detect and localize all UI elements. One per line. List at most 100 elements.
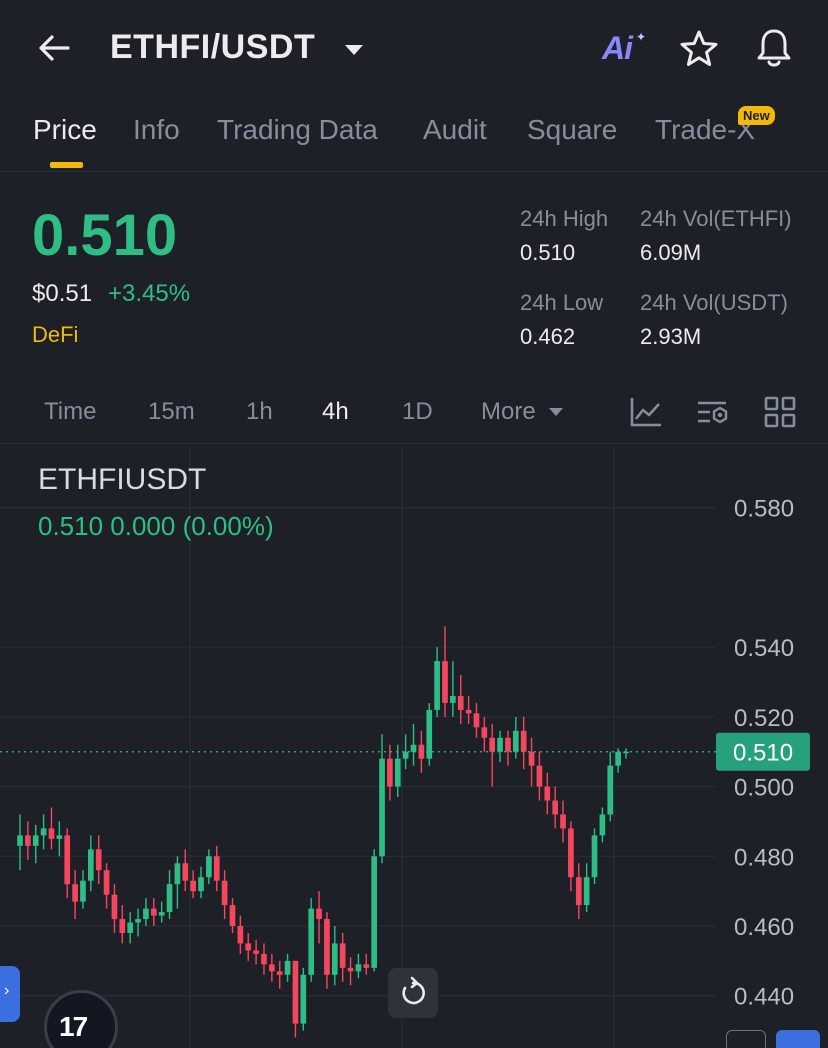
candle-body [150, 908, 157, 916]
chart-symbol: ETHFIUSDT [38, 463, 207, 496]
candle-body [450, 695, 456, 703]
candle-body [25, 835, 31, 846]
candle-body [520, 730, 527, 752]
y-tick-label: 0.480 [734, 844, 794, 871]
active-tab-indicator [50, 162, 83, 168]
top-bar: ETHFI/USDT Ai ✦ [0, 0, 828, 100]
high-value: 0.510 [520, 240, 576, 265]
candle-body [237, 926, 244, 944]
ai-sparkle-icon: ✦ [636, 30, 647, 44]
candle-body [607, 765, 614, 815]
candle-body [17, 835, 23, 846]
dropdown-caret-icon[interactable] [342, 38, 366, 62]
interval-time[interactable]: Time [44, 398, 96, 426]
candle-body [80, 880, 86, 902]
indicator-chart-icon[interactable] [628, 394, 664, 430]
candle-body [371, 856, 377, 968]
candle-body [276, 971, 283, 975]
candle-body [528, 751, 535, 766]
y-tick-label: 0.520 [734, 705, 794, 732]
candlestick-chart[interactable]: 0.580 0.540 0.520 0.500 0.480 0.460 0.440 0.510… [0, 445, 828, 1048]
candle-body [190, 880, 196, 892]
candle-body [465, 709, 472, 714]
candle-body [591, 835, 598, 878]
candle-body [387, 758, 393, 787]
ai-icon[interactable]: Ai [602, 30, 633, 67]
vol-quote-label: 24h Vol(USDT) [640, 290, 788, 315]
candle-body [379, 758, 385, 857]
candle-body [402, 751, 409, 759]
candle-body [552, 800, 559, 815]
candle-body [568, 828, 574, 878]
interval-1d[interactable]: 1D [402, 398, 433, 426]
rotate-icon [402, 976, 425, 1005]
candle-body [599, 814, 606, 836]
candle-body [544, 786, 551, 801]
category-tag[interactable]: DeFi [32, 322, 78, 348]
candle-body [103, 870, 110, 895]
candle-body [206, 856, 212, 878]
candle-body [583, 877, 590, 906]
pair-title[interactable]: ETHFI/USDT [110, 28, 315, 67]
candle-body [72, 884, 78, 902]
candle-body [308, 908, 315, 975]
drawing-tools-toggle[interactable]: › [0, 966, 20, 1022]
candle-body [213, 856, 220, 881]
tab-trading-data[interactable]: Trading Data [217, 114, 378, 146]
tab-audit[interactable]: Audit [423, 114, 487, 146]
candle-body [64, 835, 71, 885]
candle-body [489, 737, 496, 752]
low-label: 24h Low [520, 290, 604, 315]
candle-body [394, 758, 401, 787]
candle-body [198, 877, 204, 892]
y-tick-label: 0.500 [734, 775, 794, 802]
grid-layout-icon[interactable] [762, 394, 798, 430]
candle-body [497, 737, 503, 752]
reset-chart-button[interactable] [388, 968, 438, 1018]
interval-more[interactable]: More [481, 398, 536, 426]
candle-body [48, 828, 55, 839]
star-icon[interactable] [678, 28, 720, 70]
chart-settings-icon[interactable] [694, 394, 730, 430]
more-caret-icon[interactable] [546, 402, 566, 422]
candle-body [410, 744, 417, 752]
interval-1h[interactable]: 1h [246, 398, 273, 426]
candle-body [87, 849, 94, 881]
candle-body [119, 919, 126, 933]
candle-body [32, 835, 39, 846]
tab-square[interactable]: Square [527, 114, 617, 146]
candle-body [253, 950, 259, 954]
candle-body [292, 960, 299, 1024]
candle-body [143, 908, 149, 920]
back-arrow-icon[interactable] [34, 28, 74, 68]
candle-body [355, 964, 362, 972]
interval-4h[interactable]: 4h [322, 398, 349, 426]
candle-body [95, 849, 102, 871]
candle-body [174, 863, 181, 885]
y-tick-label: 0.580 [734, 496, 794, 523]
chart-ohlc-line: 0.510 0.000 (0.00%) [38, 511, 274, 541]
high-label: 24h High [520, 206, 609, 231]
interval-bar: Time 15m 1h 4h 1D More [0, 380, 828, 444]
tab-info[interactable]: Info [133, 114, 180, 146]
candle-body [166, 884, 173, 913]
vol-base-label: 24h Vol(ETHFI) [640, 206, 792, 231]
tab-price[interactable]: Price [33, 114, 97, 146]
auto-scale-button[interactable] [726, 1030, 766, 1048]
candle-body [269, 964, 275, 972]
candle-body [481, 727, 488, 738]
candle-body [324, 919, 330, 975]
section-tabs: Price Info Trading Data Audit Square Tra… [0, 100, 828, 172]
candle-body [300, 974, 307, 1024]
candle-body [512, 730, 519, 752]
interval-15m[interactable]: 15m [148, 398, 195, 426]
candle-body [284, 960, 291, 975]
candle-body [457, 695, 464, 710]
log-scale-button[interactable] [776, 1030, 820, 1048]
candle-body [536, 765, 543, 787]
candle-body [158, 912, 165, 916]
candle-body [135, 919, 141, 923]
vol-quote-value: 2.93M [640, 324, 702, 349]
candle-body [40, 828, 47, 836]
bell-icon[interactable] [752, 26, 796, 70]
